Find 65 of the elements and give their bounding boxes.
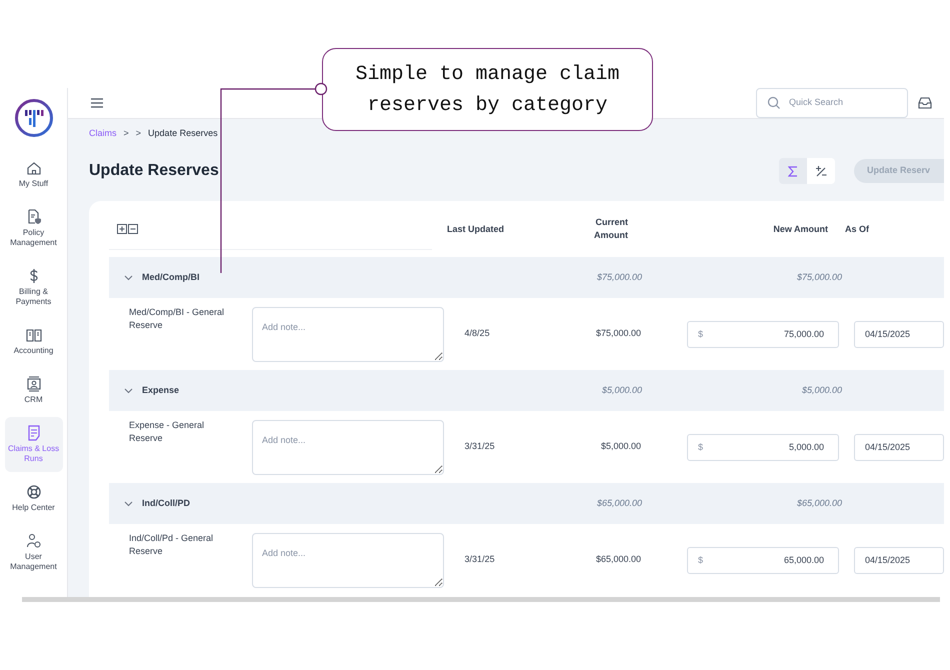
category-new: $5,000.00 xyxy=(800,384,842,397)
chevron-icon[interactable] xyxy=(124,500,133,506)
nav-item[interactable]: Accounting xyxy=(4,319,62,364)
reserve-name: Expense - General Reserve xyxy=(129,419,206,445)
nav-item[interactable]: Help Center xyxy=(4,476,62,521)
currency-symbol: $ xyxy=(698,440,704,454)
category-current: $75,000.00 xyxy=(596,270,642,284)
document-shield-icon xyxy=(26,209,42,225)
column-header: New Amount xyxy=(772,222,828,236)
plus-minus-toggle[interactable] xyxy=(807,158,835,184)
category-name: Med/Comp/BI xyxy=(142,270,200,284)
sum-toggle[interactable] xyxy=(779,158,807,184)
column-header: Last Updated xyxy=(447,222,506,236)
plus-minus-icon xyxy=(815,165,827,177)
breadcrumb-current: Update Reserves xyxy=(148,127,218,140)
currency-symbol: $ xyxy=(698,554,704,566)
contact-card-icon xyxy=(26,376,42,392)
breadcrumb-separator: > xyxy=(124,127,129,140)
document-icon xyxy=(26,425,42,441)
category-current: $5,000.00 xyxy=(600,384,642,397)
nav-item[interactable]: Claims & Loss Runs xyxy=(4,417,62,472)
note-field[interactable]: Add note... xyxy=(252,532,444,588)
home-icon xyxy=(26,160,42,176)
collapse-all-icon[interactable] xyxy=(128,224,138,234)
breadcrumb-separator: > xyxy=(136,127,142,140)
callout-text: Simple to manage claim reserves by category xyxy=(354,62,621,118)
last-updated-cell-text: 3/31/25 xyxy=(464,440,496,454)
date-field[interactable]: 04/15/2025 xyxy=(854,546,944,574)
reserve-name: Med/Comp/BI - General Reserve xyxy=(129,306,226,332)
category-new: $75,000.00 xyxy=(796,270,842,284)
column-header: Current Amount xyxy=(593,216,628,242)
last-updated-cell-text: 4/8/25 xyxy=(464,327,491,340)
column-header: As Of xyxy=(844,222,870,236)
category-current: $65,000.00 xyxy=(596,496,642,510)
lifebuoy-icon xyxy=(26,484,42,500)
category-new: $65,000.00 xyxy=(796,496,842,510)
current-amount-cell-text: $5,000.00 xyxy=(600,440,641,454)
breadcrumb-link[interactable]: Claims xyxy=(89,127,117,141)
nav-item[interactable]: User Management xyxy=(4,525,62,580)
logo-icon[interactable] xyxy=(14,98,54,138)
expand-all-icon[interactable] xyxy=(117,224,127,234)
page-title: Update Reserves xyxy=(89,161,219,181)
book-icon xyxy=(26,327,42,343)
chevron-icon[interactable] xyxy=(124,274,133,280)
current-amount-cell-text: $65,000.00 xyxy=(594,553,641,566)
nav-item[interactable]: Billing & Payments xyxy=(4,260,62,315)
nav-item[interactable]: Policy Management xyxy=(4,201,62,256)
date-field[interactable]: 04/15/2025 xyxy=(854,320,944,348)
menu-icon[interactable] xyxy=(90,97,104,109)
note-field[interactable]: Add note... xyxy=(252,306,444,362)
currency-symbol: $ xyxy=(698,328,704,340)
nav-item[interactable]: My Stuff xyxy=(4,152,62,197)
category-name: Ind/Coll/PD xyxy=(142,496,191,510)
last-updated-cell-text: 3/31/25 xyxy=(464,553,496,566)
chevron-icon[interactable] xyxy=(124,388,133,394)
inbox-icon[interactable] xyxy=(918,97,932,109)
search-icon xyxy=(767,96,781,110)
category-name: Expense xyxy=(142,384,180,397)
date-field[interactable]: 04/15/2025 xyxy=(854,434,944,460)
nav-item[interactable]: CRM xyxy=(4,368,62,413)
users-icon xyxy=(26,533,42,549)
reserve-name: Ind/Coll/Pd - General Reserve xyxy=(129,532,214,558)
sigma-icon xyxy=(788,166,798,176)
note-field[interactable]: Add note... xyxy=(252,420,444,474)
current-amount-cell-text: $75,000.00 xyxy=(594,327,641,340)
